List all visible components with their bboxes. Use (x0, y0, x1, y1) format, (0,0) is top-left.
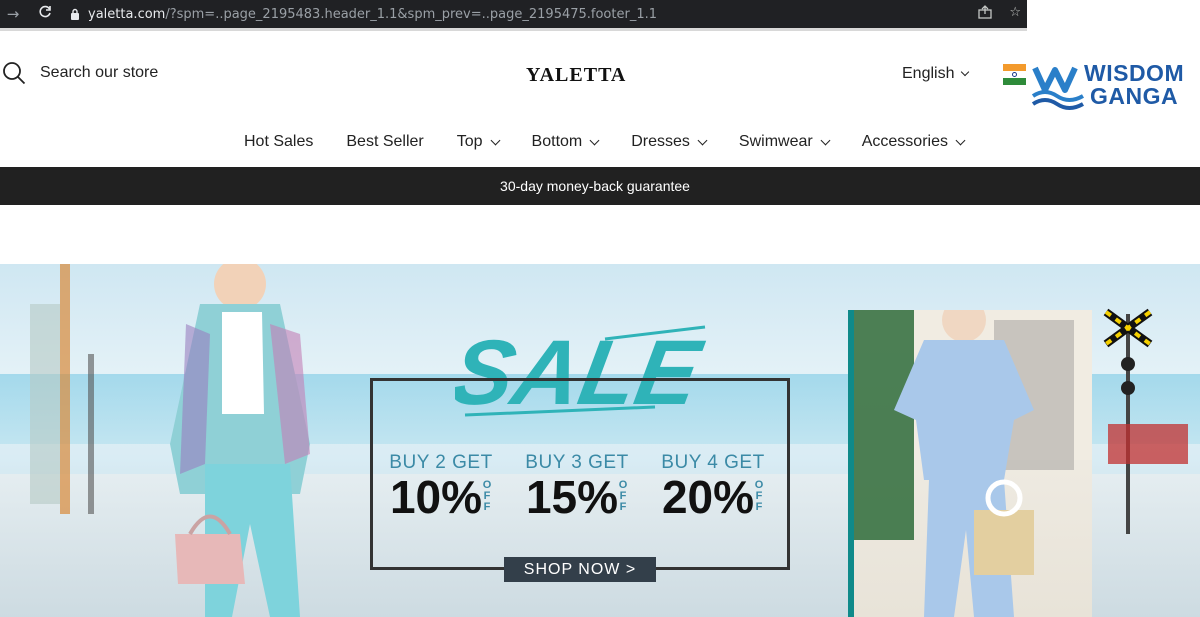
watermark-line2: GANGA (1090, 83, 1179, 109)
search-icon[interactable] (2, 61, 26, 85)
share-icon[interactable] (978, 5, 993, 23)
nav-item-dresses[interactable]: Dresses (631, 133, 708, 151)
browser-toolbar: → yaletta.com/?spm=..page_2195483.header… (0, 0, 1027, 28)
bookmark-star-icon[interactable]: ☆ (1009, 5, 1021, 23)
nav-item-top[interactable]: Top (456, 133, 500, 151)
chevron-down-icon (961, 67, 970, 77)
nav-item-bottom[interactable]: Bottom (531, 133, 600, 151)
offer-discount: 15% (525, 471, 619, 523)
search-box[interactable]: Search our store (2, 61, 158, 85)
nav-label: Accessories (861, 133, 948, 150)
nav-item-swimwear[interactable]: Swimwear (738, 133, 831, 151)
watermark-line1: WISDOM (1084, 60, 1185, 86)
chevron-down-icon (820, 135, 831, 145)
reload-icon[interactable] (32, 5, 58, 23)
offer-discount: 20% (661, 471, 755, 523)
address-bar[interactable]: yaletta.com/?spm=..page_2195483.header_1… (88, 7, 657, 22)
main-nav: Hot Sales Best Seller Top Bottom Dresses… (244, 133, 966, 151)
offer-buy-3: BUY 3 GET 15%O F F (512, 452, 642, 520)
nav-item-best-seller[interactable]: Best Seller (346, 133, 423, 151)
offer-discount: 10% (389, 471, 483, 523)
nav-item-hot-sales[interactable]: Hot Sales (244, 133, 313, 151)
url-path: /?spm=..page_2195483.header_1.1&spm_prev… (165, 6, 658, 22)
announcement-text: 30-day money-back guarantee (500, 178, 690, 194)
model-left-image (30, 264, 310, 617)
nav-label: Hot Sales (244, 133, 314, 150)
offer-buy-4: BUY 4 GET 20%O F F (648, 452, 778, 520)
language-label: English (902, 65, 955, 82)
search-input[interactable]: Search our store (40, 64, 158, 82)
hero-banner[interactable]: SALE BUY 2 GET 10%O F F BUY 3 GET 15%O F F B… (0, 264, 1200, 617)
forward-arrow-icon[interactable]: → (0, 5, 26, 23)
url-host: yaletta.com (88, 6, 166, 22)
lock-icon[interactable] (70, 8, 80, 20)
nav-label: Top (456, 133, 483, 150)
watermark-text: WISDOM GANGA (1084, 62, 1184, 108)
model-right-figure (854, 310, 1092, 617)
chevron-down-icon (955, 135, 966, 145)
nav-label: Best Seller (346, 133, 424, 150)
wave-logo-icon (1031, 66, 1084, 110)
nav-item-accessories[interactable]: Accessories (861, 133, 966, 151)
model-right-image (854, 310, 1092, 617)
off-label: OFF (482, 479, 492, 513)
announcement-bar: 30-day money-back guarantee (0, 167, 1200, 205)
chevron-down-icon (697, 135, 708, 145)
chevron-down-icon (490, 135, 500, 145)
off-label: OFF (754, 479, 764, 513)
watermark-logo: WISDOM GANGA (1027, 34, 1200, 170)
nav-label: Dresses (631, 133, 690, 150)
chevron-down-icon (589, 135, 600, 145)
language-selector[interactable]: English (902, 65, 970, 83)
india-flag-icon[interactable] (1003, 64, 1026, 85)
shop-now-button[interactable]: SHOP NOW > (504, 557, 656, 582)
frame-gap (440, 370, 710, 386)
site-logo[interactable]: YALETTA (526, 64, 626, 87)
nav-label: Bottom (531, 133, 583, 150)
nav-label: Swimwear (738, 133, 813, 150)
site-header: Search our store YALETTA English Hot Sal… (0, 31, 1027, 167)
off-label: OFF (618, 479, 628, 513)
railway-signal-image (1103, 308, 1188, 534)
offer-buy-2: BUY 2 GET 10%O F F (376, 452, 506, 520)
